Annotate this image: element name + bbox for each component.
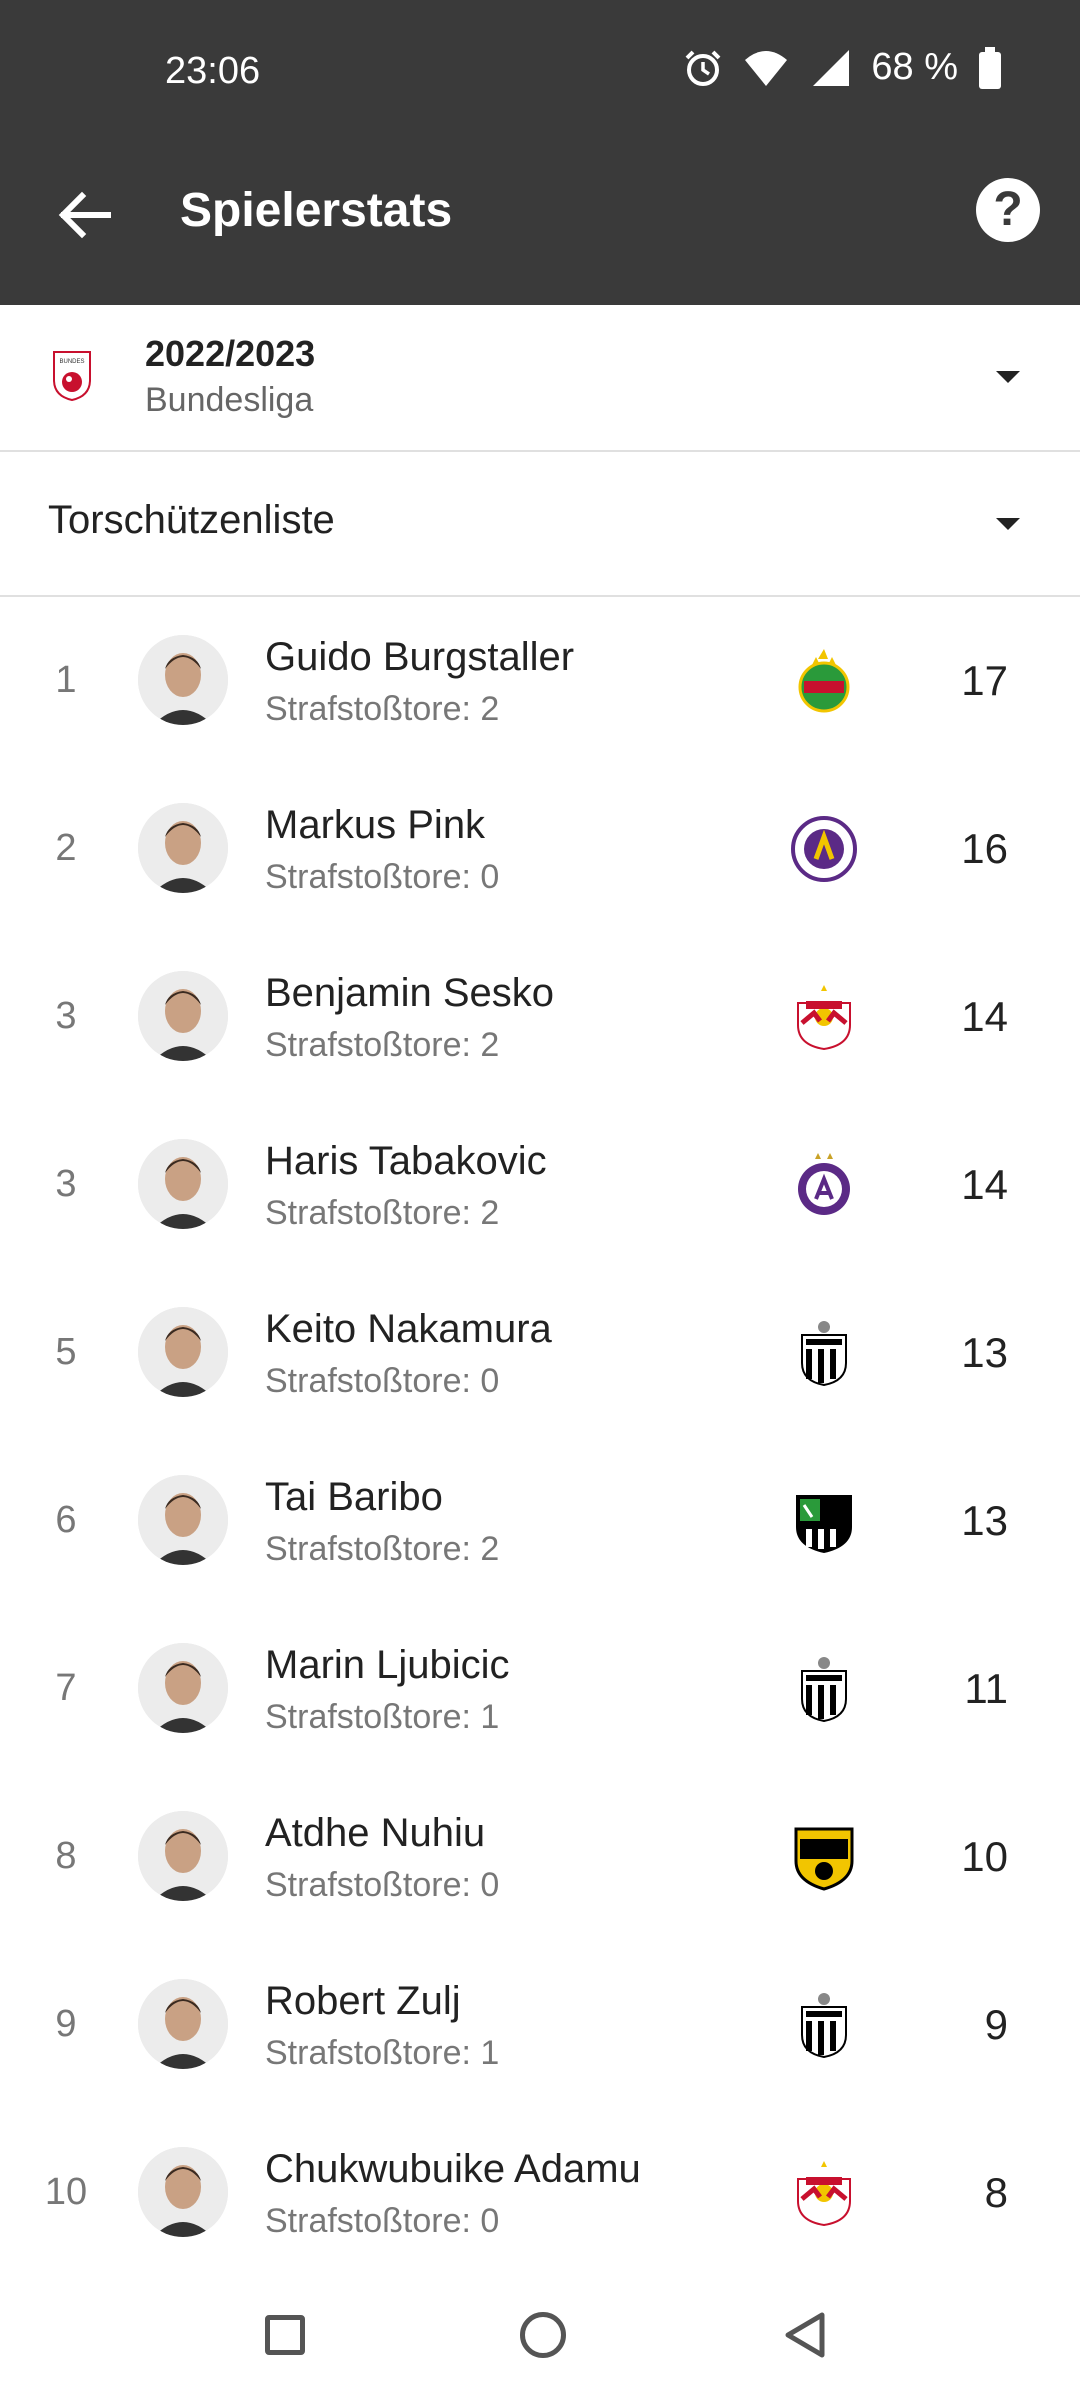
player-photo [138, 1811, 228, 1901]
player-penalty-goals: Strafstoßtore: 0 [265, 2202, 500, 2240]
player-goals: 9 [984, 2001, 1008, 2048]
player-goals: 11 [964, 1665, 1008, 1712]
player-rank: 3 [55, 995, 77, 1037]
player-goals: 8 [984, 2169, 1008, 2216]
player-name: Haris Tabakovic [265, 1139, 547, 1183]
player-rank: 2 [55, 827, 77, 869]
player-rank: 7 [55, 1667, 77, 1709]
player-name: Marin Ljubicic [265, 1643, 510, 1687]
lask-crest-icon [790, 1319, 858, 1387]
player-goals: 13 [961, 1497, 1008, 1544]
battery-icon [979, 46, 1001, 89]
lask-crest-icon [790, 1991, 858, 2059]
page-title: Spielerstats [180, 184, 453, 237]
app-bar: Spielerstats ? [0, 140, 1080, 305]
player-goals: 13 [961, 1329, 1008, 1376]
austria-klagenfurt-crest-icon [790, 815, 858, 883]
battery-percentage: 68 % [871, 46, 958, 88]
bundesliga-logo-icon: BUNDES [53, 351, 91, 402]
player-name: Tai Baribo [265, 1475, 443, 1519]
home-button[interactable] [520, 2312, 566, 2358]
alarm-icon [685, 50, 721, 86]
player-row[interactable]: 8 Atdhe Nuhiu Strafstoßtore: 0 10 [0, 1773, 1080, 1941]
rapid-wien-crest-icon [790, 647, 858, 715]
player-penalty-goals: Strafstoßtore: 2 [265, 1530, 500, 1568]
player-goals: 17 [961, 657, 1008, 704]
player-photo [138, 635, 228, 725]
status-time: 23:06 [165, 50, 261, 92]
dropdown-arrow-icon [996, 371, 1020, 383]
player-name: Benjamin Sesko [265, 971, 555, 1015]
player-photo [138, 1475, 228, 1565]
player-row[interactable]: 2 Markus Pink Strafstoßtore: 0 16 [0, 765, 1080, 933]
dropdown-arrow-icon [996, 518, 1020, 530]
player-row[interactable]: 6 Tai Baribo Strafstoßtore: 2 13 [0, 1437, 1080, 1605]
player-name: Robert Zulj [265, 1979, 461, 2023]
player-row[interactable]: 10 Chukwubuike Adamu Strafstoßtore: 0 8 [0, 2109, 1080, 2277]
player-photo [138, 1307, 228, 1397]
lask-crest-icon [790, 1655, 858, 1723]
top-scorers-list: 1 Guido Burgstaller Strafstoßtore: 2 17 … [0, 597, 1080, 2277]
player-goals: 16 [961, 825, 1008, 872]
status-bar: 23:06 68 % [0, 0, 1080, 140]
player-goals: 14 [961, 993, 1008, 1040]
salzburg-crest-icon [790, 983, 858, 1051]
player-penalty-goals: Strafstoßtore: 1 [265, 2034, 500, 2072]
player-name: Markus Pink [265, 803, 486, 847]
player-photo [138, 1139, 228, 1229]
player-rank: 5 [55, 1331, 77, 1373]
help-icon[interactable]: ? [976, 178, 1040, 242]
status-icons: 68 % [683, 46, 1002, 89]
player-row[interactable]: 9 Robert Zulj Strafstoßtore: 1 9 [0, 1941, 1080, 2109]
player-rank: 9 [55, 2003, 77, 2045]
player-penalty-goals: Strafstoßtore: 2 [265, 690, 500, 728]
player-penalty-goals: Strafstoßtore: 2 [265, 1026, 500, 1064]
player-penalty-goals: Strafstoßtore: 2 [265, 1194, 500, 1232]
season-year: 2022/2023 [145, 333, 316, 374]
player-photo [138, 1979, 228, 2069]
player-penalty-goals: Strafstoßtore: 0 [265, 1866, 500, 1904]
wifi-icon [745, 50, 788, 86]
player-rank: 6 [55, 1499, 77, 1541]
stat-category-label: Torschützenliste [48, 498, 335, 542]
salzburg-crest-icon [790, 2159, 858, 2227]
player-penalty-goals: Strafstoßtore: 0 [265, 1362, 500, 1400]
player-rank: 3 [55, 1163, 77, 1205]
svg-text:BUNDES: BUNDES [59, 359, 84, 365]
wac-crest-icon [790, 1487, 858, 1555]
player-photo [138, 803, 228, 893]
player-photo [138, 971, 228, 1061]
back-arrow-icon[interactable] [50, 180, 120, 250]
player-row[interactable]: 3 Haris Tabakovic Strafstoßtore: 2 14 [0, 1101, 1080, 1269]
season-selector[interactable]: BUNDES 2022/2023 Bundesliga [0, 305, 1080, 452]
player-row[interactable]: 7 Marin Ljubicic Strafstoßtore: 1 11 [0, 1605, 1080, 1773]
recent-apps-button[interactable] [265, 2315, 305, 2355]
player-name: Chukwubuike Adamu [265, 2147, 641, 2191]
austria-wien-crest-icon [790, 1151, 858, 1219]
league-name: Bundesliga [145, 381, 314, 419]
player-name: Guido Burgstaller [265, 635, 575, 679]
player-name: Keito Nakamura [265, 1307, 552, 1351]
stat-category-selector[interactable]: Torschützenliste [0, 452, 1080, 597]
player-row[interactable]: 3 Benjamin Sesko Strafstoßtore: 2 14 [0, 933, 1080, 1101]
player-photo [138, 1643, 228, 1733]
player-rank: 1 [55, 659, 77, 701]
cellular-signal-icon [813, 49, 850, 86]
player-rank: 8 [55, 1835, 77, 1877]
player-name: Atdhe Nuhiu [265, 1811, 486, 1855]
player-rank: 10 [44, 2171, 88, 2213]
player-row[interactable]: 1 Guido Burgstaller Strafstoßtore: 2 17 [0, 597, 1080, 765]
system-navigation-bar [0, 2270, 1080, 2400]
system-back-button[interactable] [780, 2310, 830, 2360]
player-photo [138, 2147, 228, 2237]
player-penalty-goals: Strafstoßtore: 1 [265, 1698, 500, 1736]
player-goals: 14 [961, 1161, 1008, 1208]
scr-altach-crest-icon [790, 1823, 858, 1891]
player-row[interactable]: 5 Keito Nakamura Strafstoßtore: 0 13 [0, 1269, 1080, 1437]
player-penalty-goals: Strafstoßtore: 0 [265, 858, 500, 896]
player-goals: 10 [961, 1833, 1008, 1880]
